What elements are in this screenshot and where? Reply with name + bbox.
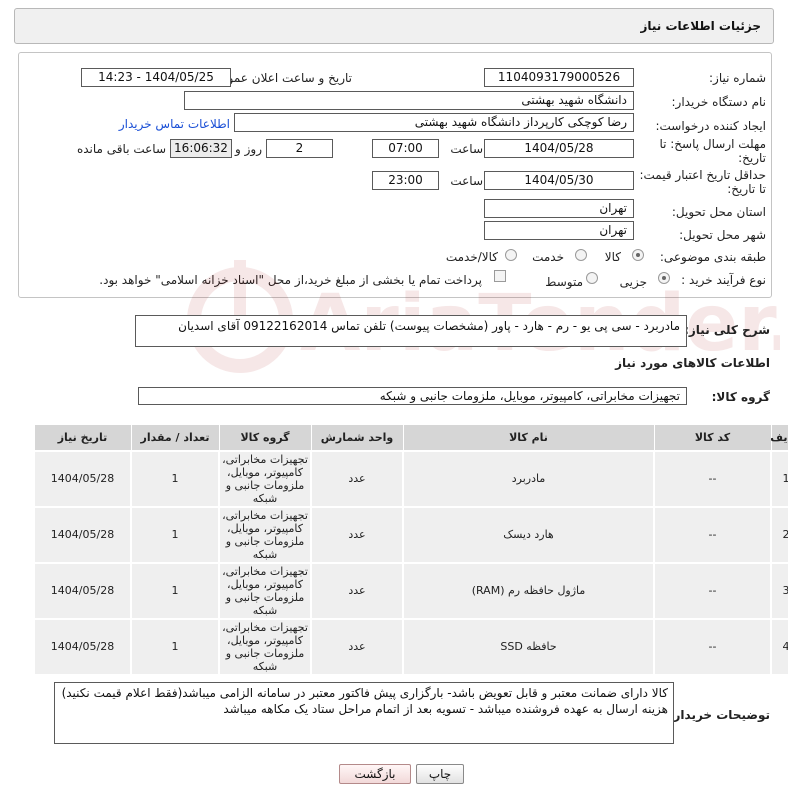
col-header-qty: تعداد / مقدار: [130, 424, 220, 451]
creator-label: ایجاد کننده درخواست:: [655, 119, 766, 133]
price-deadline-label: حداقل تاریخ اعتبار قیمت:: [639, 168, 766, 182]
cell-code: --: [653, 449, 772, 508]
buyer-notes-field[interactable]: کالا دارای ضمانت معتبر و قابل تعویض باشد…: [54, 682, 674, 744]
cell-unit: عدد: [310, 449, 404, 508]
purchase-option-minor: جزیی: [619, 275, 647, 289]
col-header-name: نام کالا: [402, 424, 655, 451]
cell-unit: عدد: [310, 561, 404, 620]
cell-unit: عدد: [310, 617, 404, 676]
cell-row: 2: [770, 505, 788, 564]
cell-date: 1404/05/28: [33, 617, 132, 676]
remaining-time-field: 16:06:32: [170, 139, 232, 158]
cell-code: --: [653, 505, 772, 564]
cell-date: 1404/05/28: [33, 449, 132, 508]
cell-date: 1404/05/28: [33, 505, 132, 564]
col-header-group: گروه کالا: [218, 424, 312, 451]
cell-name: ماژول حافظه رم (RAM): [402, 561, 655, 620]
province-label: استان محل تحویل:: [671, 205, 766, 219]
cell-qty: 1: [130, 617, 220, 676]
cell-group: تجهیزات مخابراتی، کامپیوتر، موبایل، ملزو…: [218, 617, 312, 676]
category-option-goods: کالا: [604, 250, 621, 264]
city-label: شهر محل تحویل:: [679, 228, 766, 242]
col-header-code: کد کالا: [653, 424, 772, 451]
category-option-service: خدمت: [532, 250, 564, 264]
goods-group-label: گروه کالا:: [711, 390, 770, 404]
reply-date-field[interactable]: 1404/05/28: [484, 139, 634, 158]
need-number-field[interactable]: 1104093179000526: [484, 68, 634, 87]
buyer-org-field[interactable]: دانشگاه شهید بهشتی: [184, 91, 634, 110]
category-radio-both[interactable]: [505, 249, 517, 261]
cell-qty: 1: [130, 449, 220, 508]
days-field[interactable]: 2: [266, 139, 333, 158]
reply-deadline-label-2: تاریخ:: [738, 151, 766, 165]
print-button[interactable]: چاپ: [416, 764, 464, 784]
purchase-radio-minor[interactable]: [658, 272, 670, 284]
cell-group: تجهیزات مخابراتی، کامپیوتر، موبایل، ملزو…: [218, 505, 312, 564]
goods-info-header: اطلاعات کالاهای مورد نیاز: [615, 356, 770, 370]
need-number-label: شماره نیاز:: [709, 71, 766, 85]
cell-row: 3: [770, 561, 788, 620]
announce-field[interactable]: 1404/05/25 - 14:23: [81, 68, 231, 87]
category-label: طبقه بندی موضوعی:: [659, 250, 766, 264]
category-option-both: کالا/خدمت: [445, 250, 498, 264]
days-label: روز و: [235, 142, 262, 156]
treasury-payment-checkbox[interactable]: [494, 270, 506, 282]
cell-row: 1: [770, 449, 788, 508]
reply-time-field[interactable]: 07:00: [372, 139, 439, 158]
cell-name: مادربرد: [402, 449, 655, 508]
cell-row: 4: [770, 617, 788, 676]
contact-info-link[interactable]: اطلاعات تماس خریدار: [119, 117, 230, 131]
remaining-label: ساعت باقی مانده: [76, 142, 166, 156]
cell-name: حافظه SSD: [402, 617, 655, 676]
category-radio-goods[interactable]: [632, 249, 644, 261]
cell-date: 1404/05/28: [33, 561, 132, 620]
cell-name: هارد دیسک: [402, 505, 655, 564]
cell-qty: 1: [130, 561, 220, 620]
buyer-notes-line-2: هزینه ارسال به عهده فروشنده میباشد - تسو…: [223, 702, 668, 716]
buyer-notes-line-1: کالا دارای ضمانت معتبر و قابل تعویض باشد…: [61, 686, 668, 700]
cell-qty: 1: [130, 505, 220, 564]
buyer-notes-label: توضیحات خریدار:: [668, 708, 770, 722]
col-header-date: تاریخ نیاز: [33, 424, 132, 451]
purchase-type-label: نوع فرآیند خرید :: [681, 273, 766, 287]
reply-deadline-label: مهلت ارسال پاسخ: تا: [659, 137, 766, 151]
items-table: ردیف کد کالا نام کالا واحد شمارش گروه کا…: [33, 424, 788, 676]
back-button[interactable]: بازگشت: [339, 764, 411, 784]
description-field[interactable]: مادربرد - سی پی یو - رم - هارد - پاور (م…: [135, 315, 687, 347]
col-header-row: ردیف: [770, 424, 788, 451]
cell-group: تجهیزات مخابراتی، کامپیوتر، موبایل، ملزو…: [218, 449, 312, 508]
cell-group: تجهیزات مخابراتی، کامپیوتر، موبایل، ملزو…: [218, 561, 312, 620]
page-title-bar: جزئیات اطلاعات نیاز: [14, 8, 774, 44]
cell-unit: عدد: [310, 505, 404, 564]
purchase-radio-medium[interactable]: [586, 272, 598, 284]
col-header-unit: واحد شمارش: [310, 424, 404, 451]
province-field[interactable]: تهران: [484, 199, 634, 218]
payment-note: پرداخت تمام یا بخشی از مبلغ خرید،از محل …: [99, 273, 482, 287]
price-date-field[interactable]: 1404/05/30: [484, 171, 634, 190]
description-label: شرح کلی نیاز:: [684, 323, 770, 337]
table-row[interactable]: 2 -- هارد دیسک عدد تجهیزات مخابراتی، کام…: [33, 505, 788, 564]
table-row[interactable]: 4 -- حافظه SSD عدد تجهیزات مخابراتی، کام…: [33, 617, 788, 676]
reply-hour-label: ساعت: [450, 142, 483, 156]
creator-field[interactable]: رضا کوچکی کارپرداز دانشگاه شهید بهشتی: [234, 113, 634, 132]
page-title: جزئیات اطلاعات نیاز: [640, 19, 761, 33]
cell-code: --: [653, 617, 772, 676]
cell-code: --: [653, 561, 772, 620]
table-header-row: ردیف کد کالا نام کالا واحد شمارش گروه کا…: [33, 424, 788, 451]
price-time-field[interactable]: 23:00: [372, 171, 439, 190]
buyer-org-label: نام دستگاه خریدار:: [671, 95, 767, 109]
city-field[interactable]: تهران: [484, 221, 634, 240]
price-deadline-label-2: تا تاریخ:: [727, 182, 766, 196]
price-hour-label: ساعت: [450, 174, 483, 188]
table-row[interactable]: 3 -- ماژول حافظه رم (RAM) عدد تجهیزات مخ…: [33, 561, 788, 620]
purchase-option-medium: متوسط: [545, 275, 583, 289]
goods-group-field[interactable]: تجهیزات مخابراتی، کامپیوتر، موبایل، ملزو…: [138, 387, 687, 405]
table-row[interactable]: 1 -- مادربرد عدد تجهیزات مخابراتی، کامپی…: [33, 449, 788, 508]
category-radio-service[interactable]: [575, 249, 587, 261]
